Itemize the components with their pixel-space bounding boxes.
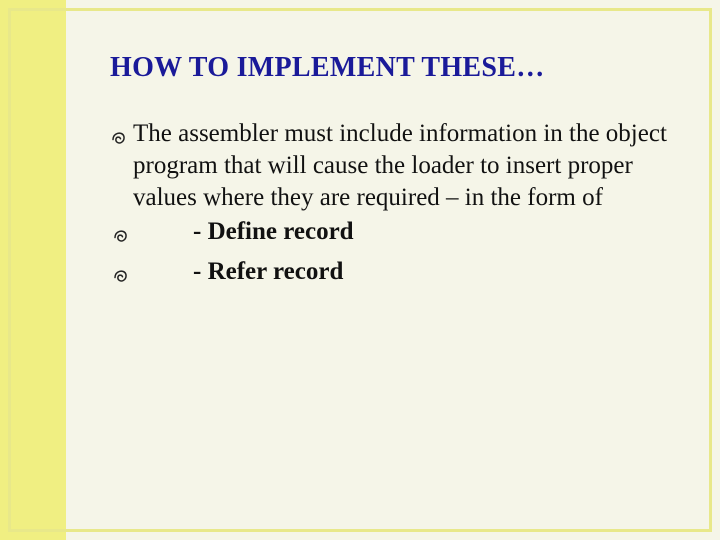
sub-bullet-text: - Refer record bbox=[135, 256, 680, 288]
bullet-text: The assembler must include information i… bbox=[133, 118, 680, 214]
sub-bullet-item: - Refer record bbox=[110, 256, 680, 294]
sub-bullet-item: - Define record bbox=[110, 216, 680, 254]
slide-content: HOW TO IMPLEMENT THESE… The assembler mu… bbox=[110, 52, 680, 296]
swirl-bullet-icon bbox=[112, 262, 130, 294]
swirl-bullet-icon bbox=[112, 222, 130, 254]
sub-bullet-text: - Define record bbox=[135, 216, 680, 248]
swirl-bullet-icon bbox=[110, 124, 128, 156]
slide-title: HOW TO IMPLEMENT THESE… bbox=[110, 52, 680, 84]
bullet-list: The assembler must include information i… bbox=[110, 118, 680, 294]
bullet-item: The assembler must include information i… bbox=[110, 118, 680, 214]
